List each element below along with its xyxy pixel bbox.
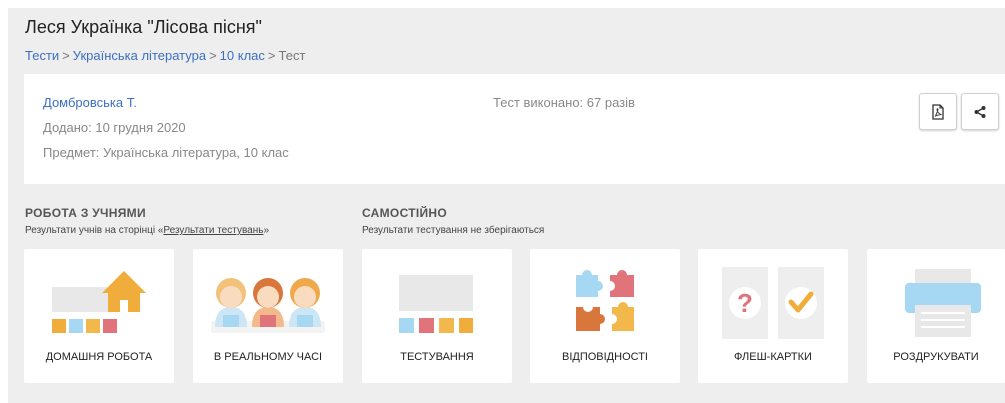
pdf-button[interactable]: [919, 93, 957, 130]
breadcrumb-separator: >: [267, 48, 276, 63]
breadcrumb-current: Тест: [278, 48, 306, 63]
card-label: РОЗДРУКУВАТИ: [893, 351, 979, 363]
breadcrumb-grade[interactable]: 10 клас: [220, 48, 265, 63]
results-link[interactable]: Результати тестувань: [163, 225, 263, 236]
share-icon: [974, 105, 986, 118]
card-label: ФЛЕШ-КАРТКИ: [734, 351, 812, 363]
card-label: В РЕАЛЬНОМУ ЧАСІ: [213, 351, 323, 363]
svg-text:?: ?: [737, 288, 753, 318]
testing-card[interactable]: ТЕСТУВАННЯ: [362, 249, 512, 383]
added-date: Додано: 10 грудня 2020: [43, 120, 186, 135]
pdf-icon: [932, 103, 944, 120]
print-card[interactable]: РОЗДРУКУВАТИ: [867, 249, 1005, 383]
breadcrumb-separator: >: [209, 48, 217, 63]
page-title: Леся Українка "Лісова пісня": [25, 17, 262, 37]
matching-card[interactable]: ВІДПОВІДНОСТІ: [530, 249, 680, 383]
students-icon: [211, 278, 325, 333]
card-label: ТЕСТУВАННЯ: [400, 351, 474, 363]
section-heading-self: САМОСТІЙНО: [362, 206, 448, 220]
test-info-panel: Домбровська Т. Додано: 10 грудня 2020 Пр…: [24, 74, 1005, 184]
realtime-card[interactable]: В РЕАЛЬНОМУ ЧАСІ: [193, 249, 343, 383]
flashcards-icon: ?: [722, 267, 824, 339]
flashcards-card[interactable]: ? ФЛЕШ-КАРТКИ: [698, 249, 848, 383]
section-sub-work-prefix: Результати учнів на сторінці «: [25, 225, 164, 236]
runs-count: Тест виконано: 67 разів: [493, 95, 635, 110]
breadcrumb-separator: >: [62, 48, 70, 63]
house-icon: [52, 271, 146, 333]
section-heading-work: РОБОТА З УЧНЯМИ: [25, 206, 146, 220]
author-link[interactable]: Домбровська Т.: [43, 95, 137, 110]
printer-icon: [905, 269, 981, 337]
breadcrumb-literature[interactable]: Українська література: [73, 48, 206, 63]
section-sub-work: Результати учнів на сторінці «Результати…: [25, 225, 269, 236]
card-label: ВІДПОВІДНОСТІ: [561, 351, 648, 363]
page: Леся Українка "Лісова пісня" Тести > Украї…: [8, 8, 1005, 403]
breadcrumb: Тести > Українська література >10 клас > Тест: [25, 48, 305, 63]
subject-info: Предмет: Українська література, 10 клас: [43, 145, 289, 160]
puzzle-icon: [576, 270, 634, 331]
card-label: ДОМАШНЯ РОБОТА: [45, 351, 153, 363]
share-button[interactable]: [961, 93, 999, 130]
homework-card[interactable]: ДОМАШНЯ РОБОТА: [24, 249, 174, 383]
section-sub-work-suffix: »: [263, 225, 269, 236]
test-icon: [399, 275, 473, 333]
section-sub-self: Результати тестування не зберігаються: [362, 225, 545, 236]
breadcrumb-tests[interactable]: Тести: [25, 48, 59, 63]
